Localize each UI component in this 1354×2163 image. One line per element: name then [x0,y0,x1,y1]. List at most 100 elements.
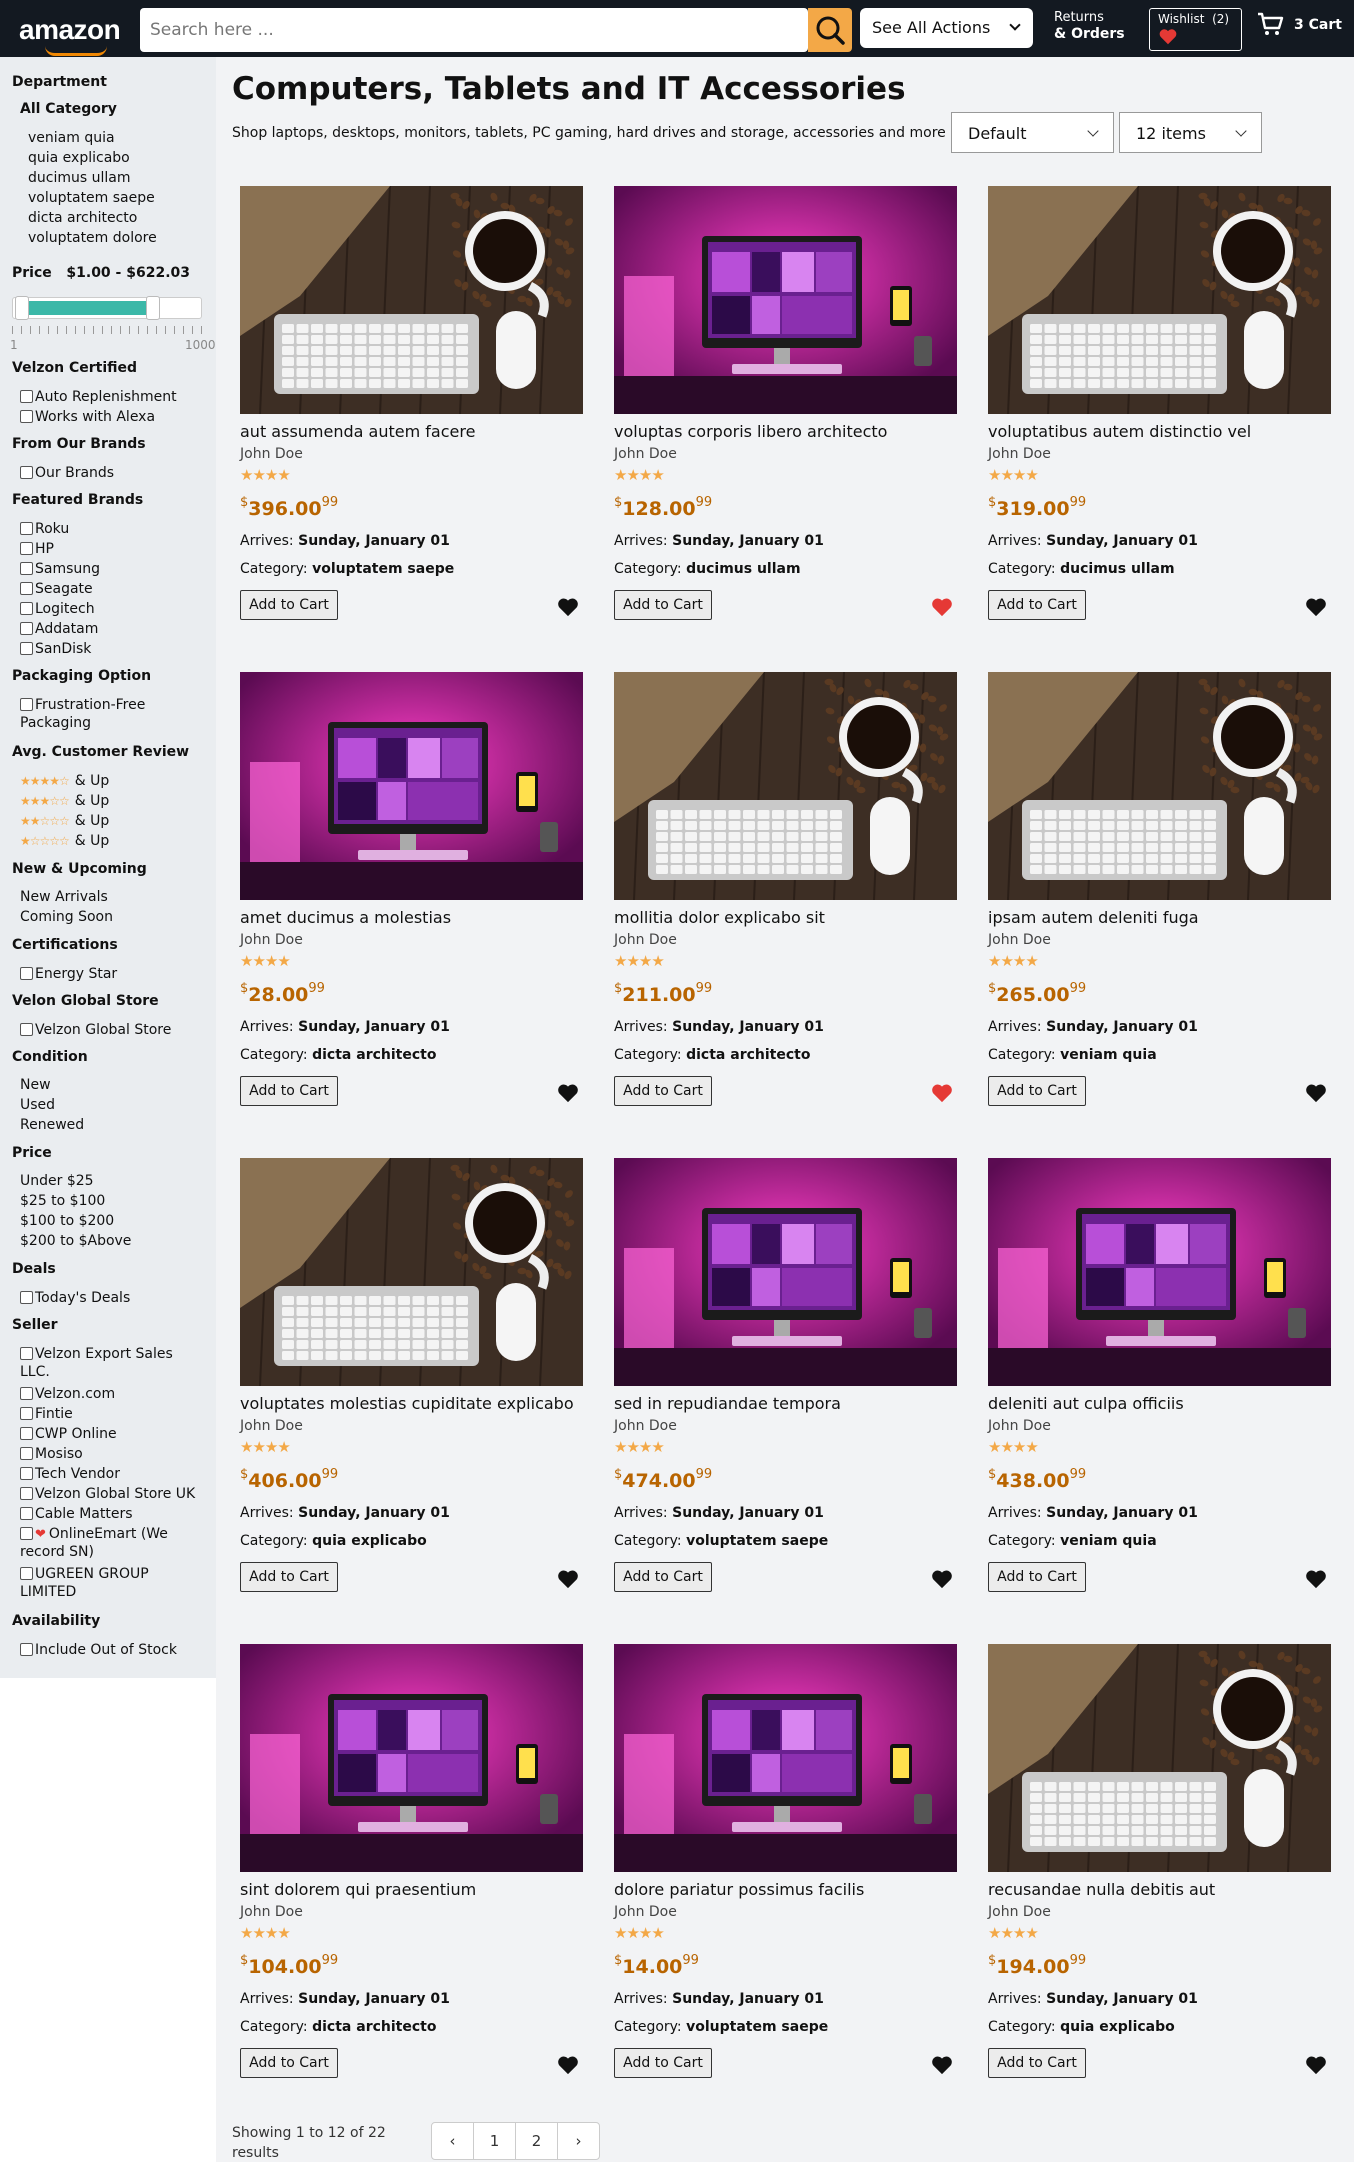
amazon-logo[interactable]: amazon [19,14,121,56]
brand-checkbox[interactable]: Samsung [20,559,100,579]
per-page-select[interactable]: 12 items [1119,112,1262,153]
sort-select[interactable]: Default [951,112,1114,153]
heart-filled-icon[interactable] [931,597,955,619]
product-name[interactable]: voluptatibus autem distinctio vel [988,422,1251,441]
heart-icon[interactable] [557,597,581,619]
checkbox[interactable] [20,1387,33,1400]
filter-checkbox[interactable]: Works with Alexa [20,407,155,427]
heart-icon[interactable] [931,2055,955,2077]
filter-checkbox[interactable]: Auto Replenishment [20,387,177,407]
page-1-button[interactable]: 1 [473,2122,516,2160]
price-filter-link[interactable]: $25 to $100 [20,1193,105,1209]
seller-checkbox[interactable]: Velzon Global Store UK [20,1484,195,1504]
rating-filter-link[interactable]: ★★☆☆☆ & Up [20,813,109,829]
product-image[interactable] [988,186,1331,414]
add-to-cart-button[interactable]: Add to Cart [988,1076,1086,1106]
product-image[interactable] [240,1158,583,1386]
add-to-cart-button[interactable]: Add to Cart [614,1562,712,1592]
product-name[interactable]: sint dolorem qui praesentium [240,1880,476,1899]
product-image[interactable] [614,672,957,900]
heart-icon[interactable] [557,1569,581,1591]
filter-checkbox[interactable]: Energy Star [20,964,117,984]
product-name[interactable]: dolore pariatur possimus facilis [614,1880,864,1899]
price-slider[interactable] [12,296,202,320]
checkbox[interactable] [20,698,33,711]
upcoming-link[interactable]: New Arrivals [20,889,108,905]
add-to-cart-button[interactable]: Add to Cart [988,590,1086,620]
seller-checkbox[interactable]: Velzon Export Sales [20,1344,173,1364]
product-name[interactable]: aut assumenda autem facere [240,422,475,441]
brand-checkbox[interactable]: Roku [20,519,69,539]
checkbox[interactable] [20,466,33,479]
product-name[interactable]: voluptates molestias cupiditate explicab… [240,1394,574,1413]
next-page-button[interactable]: › [557,2122,600,2160]
category-link[interactable]: voluptatem dolore [28,230,157,246]
filter-checkbox[interactable]: Our Brands [20,463,114,483]
product-image[interactable] [988,1644,1331,1872]
checkbox[interactable] [20,542,33,555]
brand-checkbox[interactable]: Logitech [20,599,95,619]
product-name[interactable]: recusandae nulla debitis aut [988,1880,1215,1899]
brand-checkbox[interactable]: Addatam [20,619,98,639]
slider-max-handle[interactable] [145,296,160,320]
checkbox[interactable] [20,1291,33,1304]
seller-checkbox[interactable]: Velzon.com [20,1384,115,1404]
checkbox[interactable] [20,1347,33,1360]
checkbox[interactable] [20,1407,33,1420]
seller-checkbox[interactable]: Tech Vendor [20,1464,120,1484]
category-link[interactable]: voluptatem saepe [28,190,155,206]
upcoming-link[interactable]: Coming Soon [20,909,113,925]
checkbox[interactable] [20,562,33,575]
product-image[interactable] [614,1644,957,1872]
rating-filter-link[interactable]: ★☆☆☆☆ & Up [20,833,109,849]
product-image[interactable] [240,1644,583,1872]
heart-icon[interactable] [931,1569,955,1591]
rating-filter-link[interactable]: ★★★★☆ & Up [20,773,109,789]
prev-page-button[interactable]: ‹ [431,2122,474,2160]
add-to-cart-button[interactable]: Add to Cart [614,1076,712,1106]
product-name[interactable]: deleniti aut culpa officiis [988,1394,1184,1413]
checkbox[interactable] [20,1507,33,1520]
price-filter-link[interactable]: $100 to $200 [20,1213,114,1229]
price-filter-link[interactable]: $200 to $Above [20,1233,131,1249]
category-link[interactable]: dicta architecto [28,210,137,226]
checkbox[interactable] [20,1643,33,1656]
add-to-cart-button[interactable]: Add to Cart [240,1562,338,1592]
brand-checkbox[interactable]: HP [20,539,54,559]
condition-link[interactable]: Used [20,1097,55,1113]
product-name[interactable]: voluptas corporis libero architecto [614,422,887,441]
seller-checkbox[interactable]: CWP Online [20,1424,117,1444]
see-all-actions-dropdown[interactable]: See All Actions [860,8,1033,48]
checkbox[interactable] [20,1447,33,1460]
add-to-cart-button[interactable]: Add to Cart [240,1076,338,1106]
seller-checkbox[interactable]: Fintie [20,1404,73,1424]
checkbox[interactable] [20,1567,33,1580]
price-filter-link[interactable]: Under $25 [20,1173,94,1189]
seller-checkbox[interactable]: ❤ OnlineEmart (We [20,1524,168,1545]
seller-checkbox[interactable]: Mosiso [20,1444,83,1464]
brand-checkbox[interactable]: SanDisk [20,639,91,659]
heart-icon[interactable] [1305,1569,1329,1591]
filter-checkbox[interactable]: Velzon Global Store [20,1020,171,1040]
returns-orders-link[interactable]: Returns & Orders [1054,9,1125,43]
checkbox[interactable] [20,1427,33,1440]
checkbox[interactable] [20,642,33,655]
checkbox[interactable] [20,410,33,423]
filter-checkbox[interactable]: Today's Deals [20,1288,130,1308]
filter-checkbox[interactable]: Frustration-Free [20,695,145,715]
category-link[interactable]: ducimus ullam [28,170,130,186]
brand-checkbox[interactable]: Seagate [20,579,93,599]
checkbox[interactable] [20,1467,33,1480]
heart-icon[interactable] [1305,597,1329,619]
category-link[interactable]: veniam quia [28,130,115,146]
product-image[interactable] [614,1158,957,1386]
checkbox[interactable] [20,1527,33,1540]
condition-link[interactable]: New [20,1077,51,1093]
checkbox[interactable] [20,967,33,980]
search-button[interactable] [808,8,852,52]
checkbox[interactable] [20,582,33,595]
checkbox[interactable] [20,602,33,615]
wishlist-button[interactable]: Wishlist (2) [1149,8,1242,51]
heart-filled-icon[interactable] [931,1083,955,1105]
checkbox[interactable] [20,390,33,403]
